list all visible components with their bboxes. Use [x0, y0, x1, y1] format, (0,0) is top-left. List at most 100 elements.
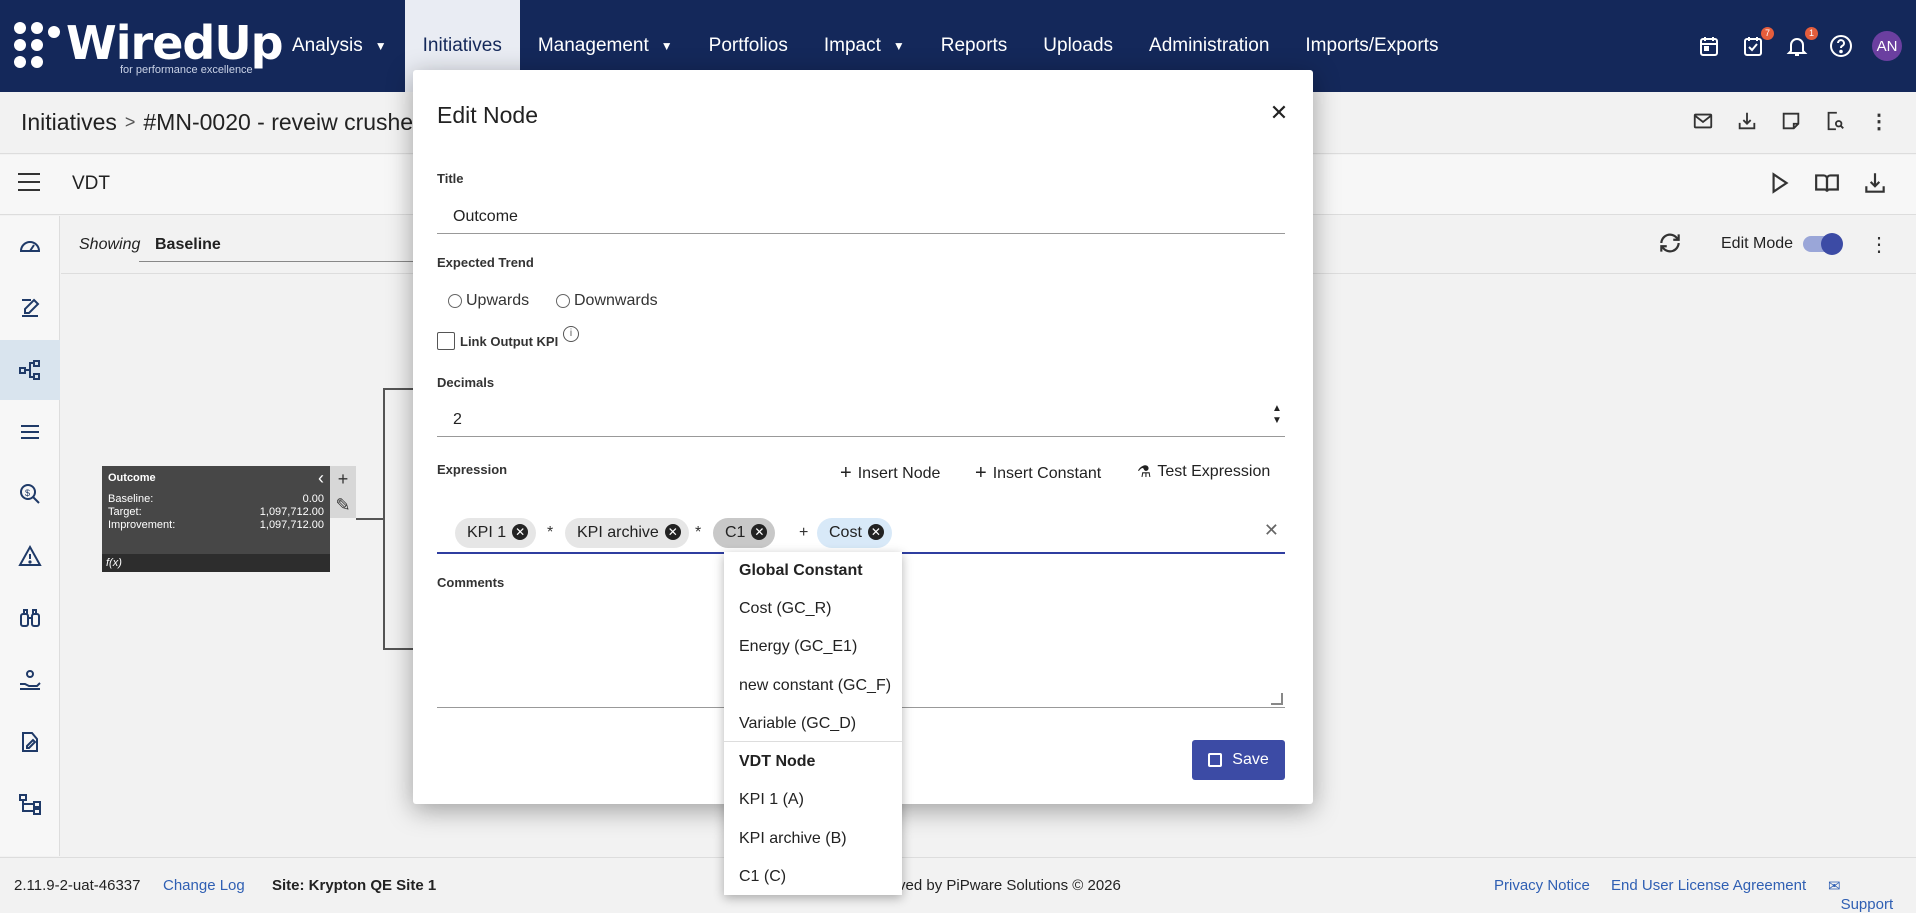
logo-tagline: for performance excellence — [120, 64, 253, 76]
breadcrumb-root[interactable]: Initiatives — [21, 109, 117, 136]
refresh-icon[interactable] — [1657, 230, 1685, 258]
nav-label: Uploads — [1043, 35, 1114, 56]
support-link[interactable]: ✉ Support — [1828, 877, 1893, 913]
node-row: Baseline: 0.00 — [108, 493, 324, 505]
decimals-input[interactable]: 2 — [437, 399, 1285, 437]
remove-chip-icon[interactable]: ✕ — [664, 524, 681, 540]
decimals-label: Decimals — [437, 375, 495, 390]
insert-node-button[interactable]: + Insert Node — [840, 462, 940, 485]
nav-analysis[interactable]: Analysis ▼ — [274, 0, 405, 92]
tasks-icon[interactable]: 7 — [1740, 27, 1774, 59]
edit-icon[interactable] — [0, 278, 60, 338]
more-vertical-icon[interactable]: ⋮ — [1869, 232, 1889, 256]
mail-icon[interactable] — [1690, 108, 1716, 134]
more-vertical-icon[interactable]: ⋮ — [1866, 108, 1892, 134]
info-icon[interactable]: i — [563, 326, 579, 342]
radio-label: Downwards — [574, 292, 658, 309]
button-label: Test Expression — [1157, 463, 1271, 480]
link-output-kpi-checkbox[interactable]: Link Output KPI — [437, 332, 558, 350]
hierarchy-icon[interactable] — [0, 774, 60, 834]
expression-autocomplete-dropdown: Global Constant Cost (GC_R) Energy (GC_E… — [724, 552, 902, 895]
nav-label: Initiatives — [422, 35, 502, 56]
edit-mode-label: Edit Mode — [1721, 235, 1794, 252]
trend-upwards-radio[interactable]: Upwards — [448, 292, 529, 310]
node-row-label: Baseline: — [108, 493, 154, 505]
note-icon[interactable] — [1778, 108, 1804, 134]
expression-label: Expression — [437, 462, 508, 477]
dropdown-option[interactable]: new constant (GC_F) — [724, 667, 902, 705]
resize-handle-icon[interactable] — [1271, 693, 1283, 705]
caret-down-icon: ▼ — [374, 39, 387, 53]
clear-expression-icon[interactable]: ✕ — [1264, 520, 1279, 541]
hand-coin-icon[interactable] — [0, 650, 60, 710]
vdt-node-outcome[interactable]: Outcome ‹ Baseline: 0.00 Target: 1,097,712… — [102, 466, 330, 572]
nav-label: Impact — [823, 35, 881, 56]
download-icon[interactable] — [1862, 170, 1888, 201]
showing-select[interactable]: Baseline ▼ — [139, 228, 424, 262]
expression-input[interactable]: KPI 1 ✕ * KPI archive ✕ * C1 ✕ + Cost ✕ ✕ — [437, 506, 1285, 554]
dropdown-option[interactable]: KPI 1 (A) — [724, 781, 902, 819]
dropdown-option[interactable]: Variable (GC_D) — [724, 705, 902, 743]
expression-chip-c1[interactable]: C1 ✕ — [713, 518, 776, 548]
notifications-badge: 1 — [1804, 27, 1818, 40]
expression-chip-kpi1[interactable]: KPI 1 ✕ — [455, 518, 537, 548]
document-edit-icon[interactable] — [0, 712, 60, 772]
play-icon[interactable] — [1766, 170, 1792, 201]
bell-icon[interactable]: 1 — [1784, 27, 1818, 59]
warning-icon[interactable] — [0, 526, 60, 586]
calendar-icon[interactable] — [1696, 33, 1722, 59]
save-button[interactable]: Save — [1192, 740, 1285, 780]
dropdown-group-global-constant: Global Constant — [739, 562, 863, 579]
chevron-left-icon[interactable]: ‹ — [318, 468, 324, 489]
node-row-label: Improvement: — [108, 519, 176, 531]
hamburger-menu-icon[interactable] — [18, 173, 40, 191]
logo-name: WiredUp — [66, 16, 284, 70]
node-title: Outcome — [108, 472, 156, 484]
remove-chip-icon[interactable]: ✕ — [512, 524, 529, 540]
edit-icon[interactable]: ✎ — [330, 492, 356, 518]
remove-chip-icon[interactable]: ✕ — [867, 524, 884, 540]
stepper-down-icon[interactable]: ▼ — [1271, 415, 1283, 427]
expression-chip-kpi-archive[interactable]: KPI archive ✕ — [565, 518, 689, 548]
financial-search-icon[interactable]: $ — [0, 464, 60, 524]
close-icon[interactable]: ✕ — [1267, 100, 1291, 125]
user-avatar[interactable]: AN — [1872, 31, 1902, 61]
dropdown-divider — [724, 741, 902, 742]
button-label: Save — [1232, 751, 1269, 768]
title-input[interactable]: Outcome — [437, 196, 1285, 234]
left-rail: $ — [0, 216, 60, 856]
value-driver-tree-icon[interactable] — [0, 340, 60, 400]
insert-constant-button[interactable]: + Insert Constant — [975, 462, 1101, 485]
dropdown-option[interactable]: KPI archive (B) — [724, 820, 902, 858]
plus-icon: + — [840, 462, 852, 484]
plus-icon[interactable]: + — [330, 466, 356, 492]
nav-label: Portfolios — [708, 35, 788, 56]
edit-mode-toggle[interactable] — [1803, 233, 1843, 255]
expression-chip-cost[interactable]: Cost ✕ — [817, 518, 892, 548]
dropdown-option[interactable]: Cost (GC_R) — [724, 590, 902, 628]
nav-label: Analysis — [292, 35, 363, 56]
checkbox-icon — [437, 332, 455, 350]
dropdown-option[interactable]: Energy (GC_E1) — [724, 628, 902, 666]
test-expression-button[interactable]: ⚗ Test Expression — [1137, 462, 1270, 482]
radio-circle-icon — [556, 294, 570, 308]
list-icon[interactable] — [0, 402, 60, 462]
download-tray-icon[interactable] — [1734, 108, 1760, 134]
binoculars-icon[interactable] — [0, 588, 60, 648]
chip-label: C1 — [725, 524, 746, 541]
wiredup-logo[interactable]: WiredUp for performance excellence — [12, 14, 284, 78]
remove-chip-icon[interactable]: ✕ — [751, 524, 768, 540]
breadcrumb-current: #MN-0020 - reveiw crusher — [143, 109, 421, 135]
book-icon[interactable] — [1814, 170, 1840, 201]
help-icon[interactable] — [1828, 33, 1854, 59]
dropdown-option[interactable]: C1 (C) — [724, 858, 902, 896]
eula-link[interactable]: End User License Agreement — [1611, 877, 1806, 894]
stepper-up-icon[interactable]: ▲ — [1271, 403, 1283, 415]
chevron-right-icon: > — [124, 112, 136, 132]
change-log-link[interactable]: Change Log — [163, 877, 245, 894]
document-search-icon[interactable] — [1822, 108, 1848, 134]
dashboard-gauge-icon[interactable] — [0, 216, 60, 276]
trend-downwards-radio[interactable]: Downwards — [556, 292, 658, 310]
number-stepper[interactable]: ▲ ▼ — [1271, 403, 1283, 427]
privacy-notice-link[interactable]: Privacy Notice — [1494, 877, 1590, 894]
